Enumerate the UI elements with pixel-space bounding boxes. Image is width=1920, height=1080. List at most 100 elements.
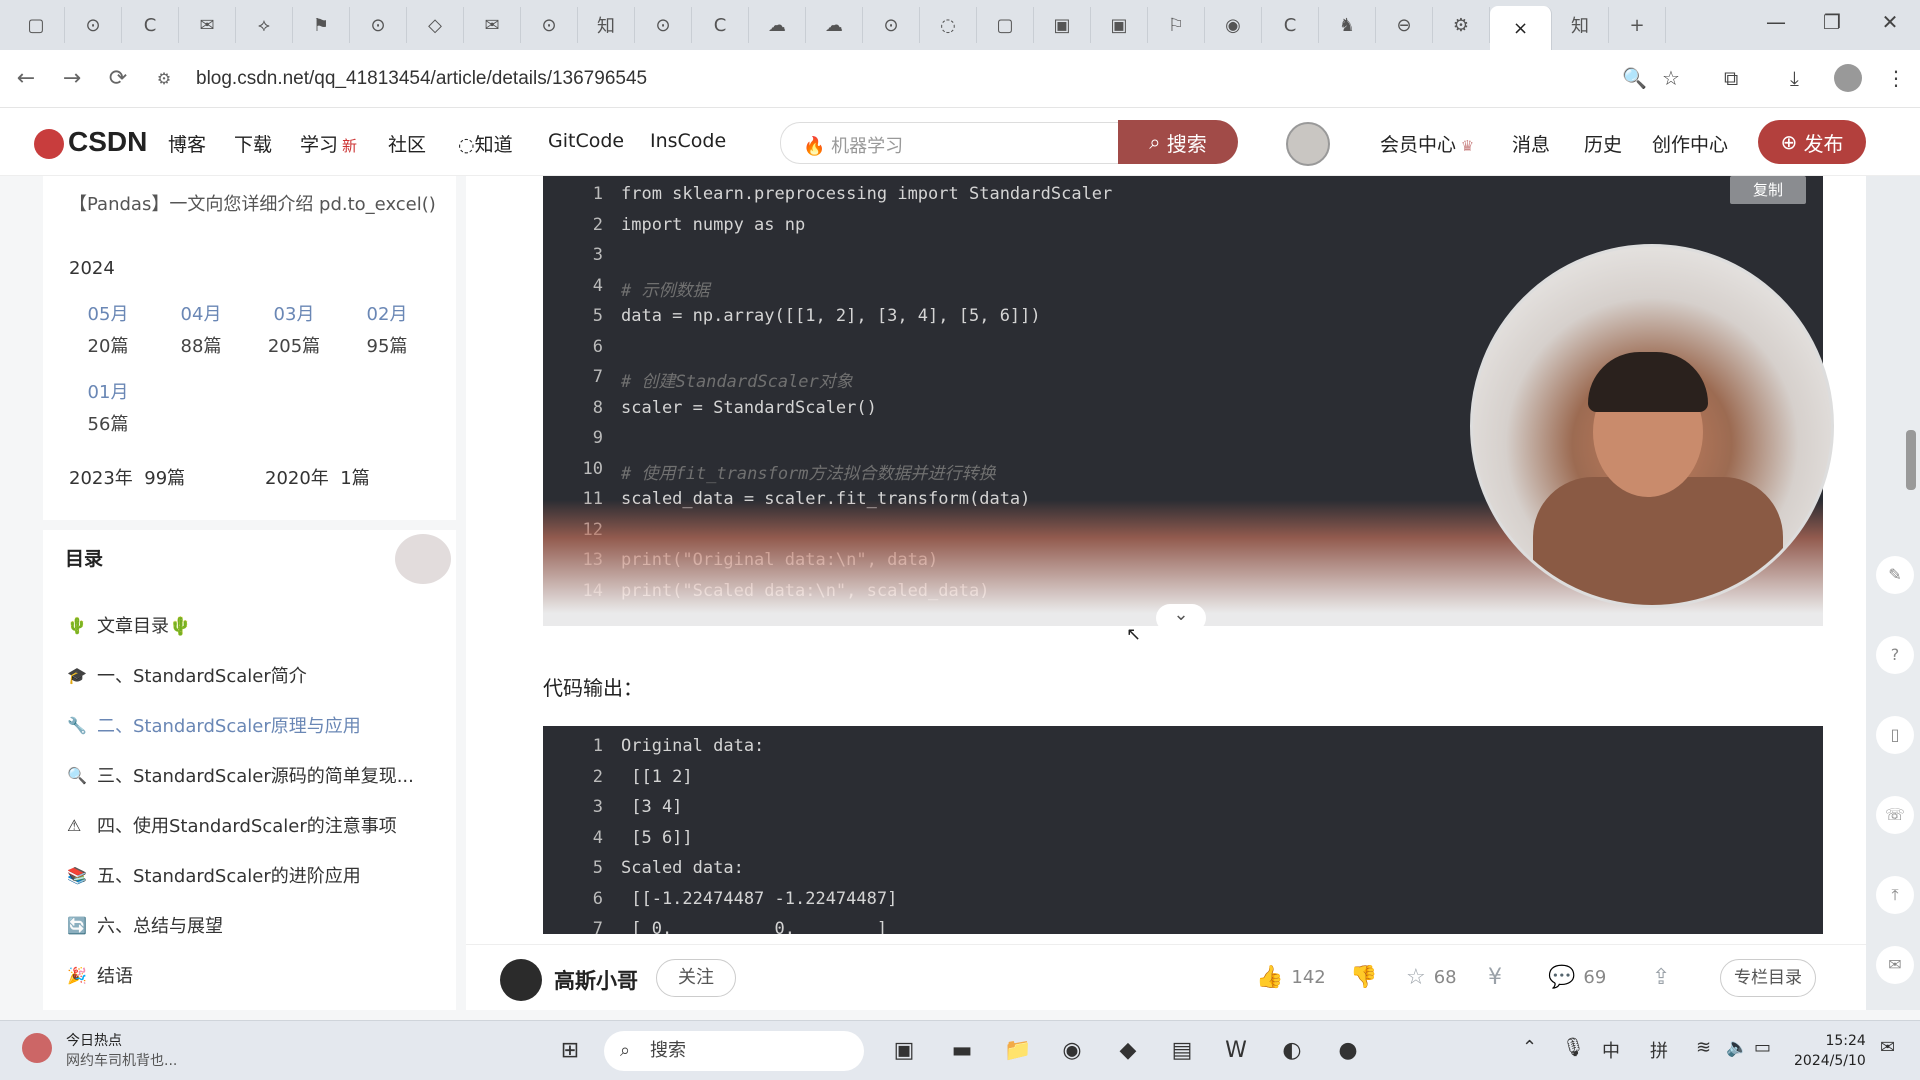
browser-tab[interactable]: ▣ [1091, 7, 1148, 43]
menu-icon[interactable]: ⋮ [1886, 66, 1906, 90]
mic-icon[interactable]: 🎙 [1562, 1037, 1585, 1058]
nav-blog[interactable]: 博客 [168, 130, 206, 157]
battery-icon[interactable]: ▭ [1754, 1037, 1771, 1058]
bookmark-star-icon[interactable]: ☆ [1662, 66, 1680, 90]
ime-pinyin[interactable]: 拼 [1650, 1037, 1668, 1063]
volume-icon[interactable]: 🔈 [1726, 1037, 1748, 1058]
rail-phone-icon[interactable]: ▯ [1876, 716, 1914, 754]
terminal-app-icon[interactable]: ▬ [944, 1033, 980, 1069]
rail-top-icon[interactable]: ⤒ [1876, 876, 1914, 914]
nav-creator[interactable]: 创作中心 [1652, 130, 1728, 157]
browser-tab[interactable]: ♞ [1319, 7, 1376, 43]
recorder-icon[interactable]: ● [1330, 1033, 1366, 1069]
nav-gitcode[interactable]: GitCode [548, 130, 624, 152]
clock[interactable]: 15:24 2024/5/10 [1794, 1031, 1866, 1071]
browser-tab[interactable]: 知 [1552, 7, 1609, 43]
browser-tab[interactable]: ⚐ [1148, 7, 1205, 43]
toc-item[interactable]: 🔍 三、StandardScaler源码的简单复现... [67, 762, 414, 788]
browser-tab[interactable]: ⊙ [65, 7, 122, 43]
search-button[interactable]: ⌕ 搜索 [1118, 120, 1238, 164]
console-icon[interactable]: ▤ [1164, 1033, 1200, 1069]
expand-code-chevron-icon[interactable]: ⌄ [1156, 604, 1206, 632]
code-block-output[interactable]: 1 Original data: 2 [[1 2] 3 [3 4] 4 [5 6]] 5 S… [543, 726, 1823, 934]
browser-tab[interactable]: ◌ [920, 7, 977, 43]
browser-tab[interactable]: ⊙ [635, 7, 692, 43]
toc-item[interactable]: ⚠ 四、使用StandardScaler的注意事项 [67, 812, 397, 838]
new-tab-button[interactable]: + [1609, 7, 1666, 43]
browser-tab[interactable]: ⊙ [350, 7, 407, 43]
browser-tab[interactable]: ⚙ [1433, 7, 1490, 43]
user-avatar[interactable] [1286, 122, 1330, 166]
rail-service-icon[interactable]: ☏ [1876, 796, 1914, 834]
share-button[interactable]: ⇪ [1652, 965, 1678, 990]
maximize-button[interactable]: ❐ [1812, 10, 1852, 34]
nav-download[interactable]: 下载 [234, 130, 272, 157]
browser-tab[interactable]: ☁ [806, 7, 863, 43]
nav-inscode[interactable]: InsCode [650, 130, 726, 152]
profile-avatar[interactable] [1834, 64, 1862, 92]
rail-question-icon[interactable]: ? [1876, 636, 1914, 674]
column-toc-button[interactable]: 专栏目录 [1720, 959, 1816, 997]
url-field[interactable]: blog.csdn.net/qq_41813454/article/detail… [196, 68, 647, 90]
follow-button[interactable]: 关注 [656, 959, 736, 997]
page-scrollbar[interactable] [1906, 430, 1916, 490]
toc-item[interactable]: 📚 五、StandardScaler的进阶应用 [67, 862, 361, 888]
browser-tab[interactable]: 知 [578, 7, 635, 43]
nav-zhidao[interactable]: ◌知道 [458, 130, 513, 157]
toc-item[interactable]: 🎓 一、StandardScaler简介 [67, 662, 307, 688]
notification-icon[interactable]: ✉ [1880, 1037, 1895, 1058]
nav-vip[interactable]: 会员中心 ♛ [1380, 130, 1474, 157]
author-name[interactable]: 高斯小哥 [554, 965, 638, 995]
taskview-icon[interactable]: ▣ [886, 1033, 922, 1069]
taskbar-search[interactable]: ⌕ 搜索 [604, 1031, 864, 1071]
browser-tab[interactable]: ▢ [977, 7, 1034, 43]
author-avatar[interactable] [500, 959, 542, 1001]
archive-month[interactable]: 05月 20篇 [68, 300, 148, 358]
archive-month[interactable]: 03月 205篇 [254, 300, 334, 358]
site-info-icon[interactable]: ⚙ [144, 69, 184, 88]
browser-tab[interactable]: C [122, 7, 179, 43]
toc-item-active[interactable]: 🔧 二、StandardScaler原理与应用 [67, 712, 361, 738]
app2-icon[interactable]: ◐ [1274, 1033, 1310, 1069]
browser-tab[interactable]: ⊙ [863, 7, 920, 43]
prev-article-link[interactable]: 【Pandas】一文向您详细介绍 pd.to_excel() [69, 190, 436, 216]
csdn-logo[interactable]: CSDN [34, 126, 147, 159]
toc-item[interactable]: 🌵 文章目录🌵 [67, 612, 191, 638]
publish-button[interactable]: ⊕ 发布 [1758, 120, 1866, 164]
zoom-icon[interactable]: 🔍 [1622, 66, 1647, 90]
browser-tab[interactable]: ◉ [1205, 7, 1262, 43]
nav-community[interactable]: 社区 [388, 130, 426, 157]
browser-tab[interactable]: ▣ [1034, 7, 1091, 43]
minimize-button[interactable]: — [1756, 10, 1796, 34]
archive-2020[interactable]: 2020年 1篇 [265, 464, 370, 490]
explorer-icon[interactable]: 📁 [1000, 1033, 1036, 1069]
rail-edit-icon[interactable]: ✎ [1876, 556, 1914, 594]
search-input[interactable]: 🔥 机器学习 [780, 122, 1120, 164]
chrome-icon[interactable]: ◉ [1054, 1033, 1090, 1069]
archive-month[interactable]: 01月 56篇 [68, 378, 148, 436]
back-icon[interactable]: ← [6, 66, 46, 91]
browser-tab[interactable]: C [692, 7, 749, 43]
ime-mode[interactable]: 中 [1602, 1037, 1620, 1063]
browser-tab[interactable]: ☁ [749, 7, 806, 43]
toc-item[interactable]: 🎉 结语 [67, 962, 133, 988]
comment-button[interactable]: 💬 69 [1548, 965, 1606, 990]
archive-month[interactable]: 04月 88篇 [161, 300, 241, 358]
favorite-button[interactable]: ☆ 68 [1406, 965, 1457, 990]
dislike-button[interactable]: 👎 [1350, 965, 1385, 990]
browser-tab[interactable]: ⟡ [236, 7, 293, 43]
browser-tab[interactable]: ▢ [8, 7, 65, 43]
reload-icon[interactable]: ⟳ [98, 66, 138, 91]
forward-icon[interactable]: → [52, 66, 92, 91]
browser-tab[interactable]: ⊙ [521, 7, 578, 43]
browser-tab[interactable]: ⚑ [293, 7, 350, 43]
browser-tab[interactable]: × [1490, 6, 1552, 50]
archive-month[interactable]: 02月 95篇 [347, 300, 427, 358]
tray-chevron-icon[interactable]: ⌃ [1522, 1037, 1537, 1058]
nav-messages[interactable]: 消息 [1512, 130, 1550, 157]
nav-history[interactable]: 历史 [1584, 130, 1622, 157]
extensions-icon[interactable]: ⧉ [1724, 66, 1738, 90]
copy-code-button[interactable]: 复制 [1730, 176, 1806, 204]
news-widget[interactable]: 今日热点 网约车司机背也... [30, 1031, 177, 1071]
close-window-button[interactable]: ✕ [1870, 10, 1910, 34]
